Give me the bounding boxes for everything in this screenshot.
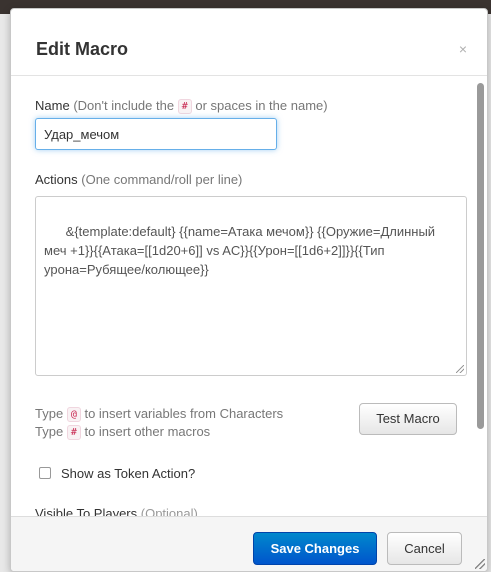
edit-macro-dialog: Edit Macro × Name (Don't include the # o…: [10, 8, 488, 572]
name-label: Name (Don't include the # or spaces in t…: [35, 98, 328, 114]
actions-label: Actions (One command/roll per line): [35, 172, 242, 187]
macro-name-input[interactable]: [35, 118, 277, 150]
help-line-macros: Type # to insert other macros: [35, 424, 210, 440]
visible-label-text: Visible To Players: [35, 506, 138, 516]
dialog-title: Edit Macro: [36, 39, 129, 59]
actions-hint: (One command/roll per line): [81, 172, 243, 187]
dialog-footer: Save Changes Cancel: [11, 516, 487, 571]
name-hint-after: or spaces in the name): [195, 98, 328, 113]
help2-suffix: to insert other macros: [84, 424, 211, 439]
dialog-header: Edit Macro ×: [11, 9, 487, 76]
cancel-button[interactable]: Cancel: [387, 532, 462, 565]
dialog-body: Name (Don't include the # or spaces in t…: [11, 76, 487, 516]
name-label-text: Name: [35, 98, 70, 113]
name-hint-before: (Don't include the: [73, 98, 175, 113]
textarea-resize-icon[interactable]: [456, 365, 464, 373]
help1-code: @: [66, 407, 81, 422]
token-action-checkbox[interactable]: [39, 467, 51, 479]
help1-suffix: to insert variables from Characters: [84, 406, 284, 421]
token-action-label: Show as Token Action?: [61, 466, 196, 481]
actions-label-text: Actions: [35, 172, 78, 187]
help2-prefix: Type: [35, 424, 64, 439]
macro-actions-textarea[interactable]: &{template:default} {{name=Атака мечом}}…: [35, 196, 467, 376]
dialog-resize-icon[interactable]: [475, 559, 485, 569]
help2-code: #: [66, 425, 81, 440]
help-line-variables: Type @ to insert variables from Characte…: [35, 406, 283, 422]
save-changes-button[interactable]: Save Changes: [253, 532, 377, 565]
visible-label-hint: (Optional): [140, 506, 198, 516]
name-hint-code: #: [177, 99, 192, 114]
close-icon[interactable]: ×: [459, 41, 467, 57]
visible-to-players-label: Visible To Players (Optional): [35, 506, 198, 516]
test-macro-button[interactable]: Test Macro: [359, 403, 457, 435]
dialog-scrollbar[interactable]: [477, 83, 484, 429]
macro-actions-text: &{template:default} {{name=Атака мечом}}…: [44, 224, 439, 277]
help1-prefix: Type: [35, 406, 64, 421]
